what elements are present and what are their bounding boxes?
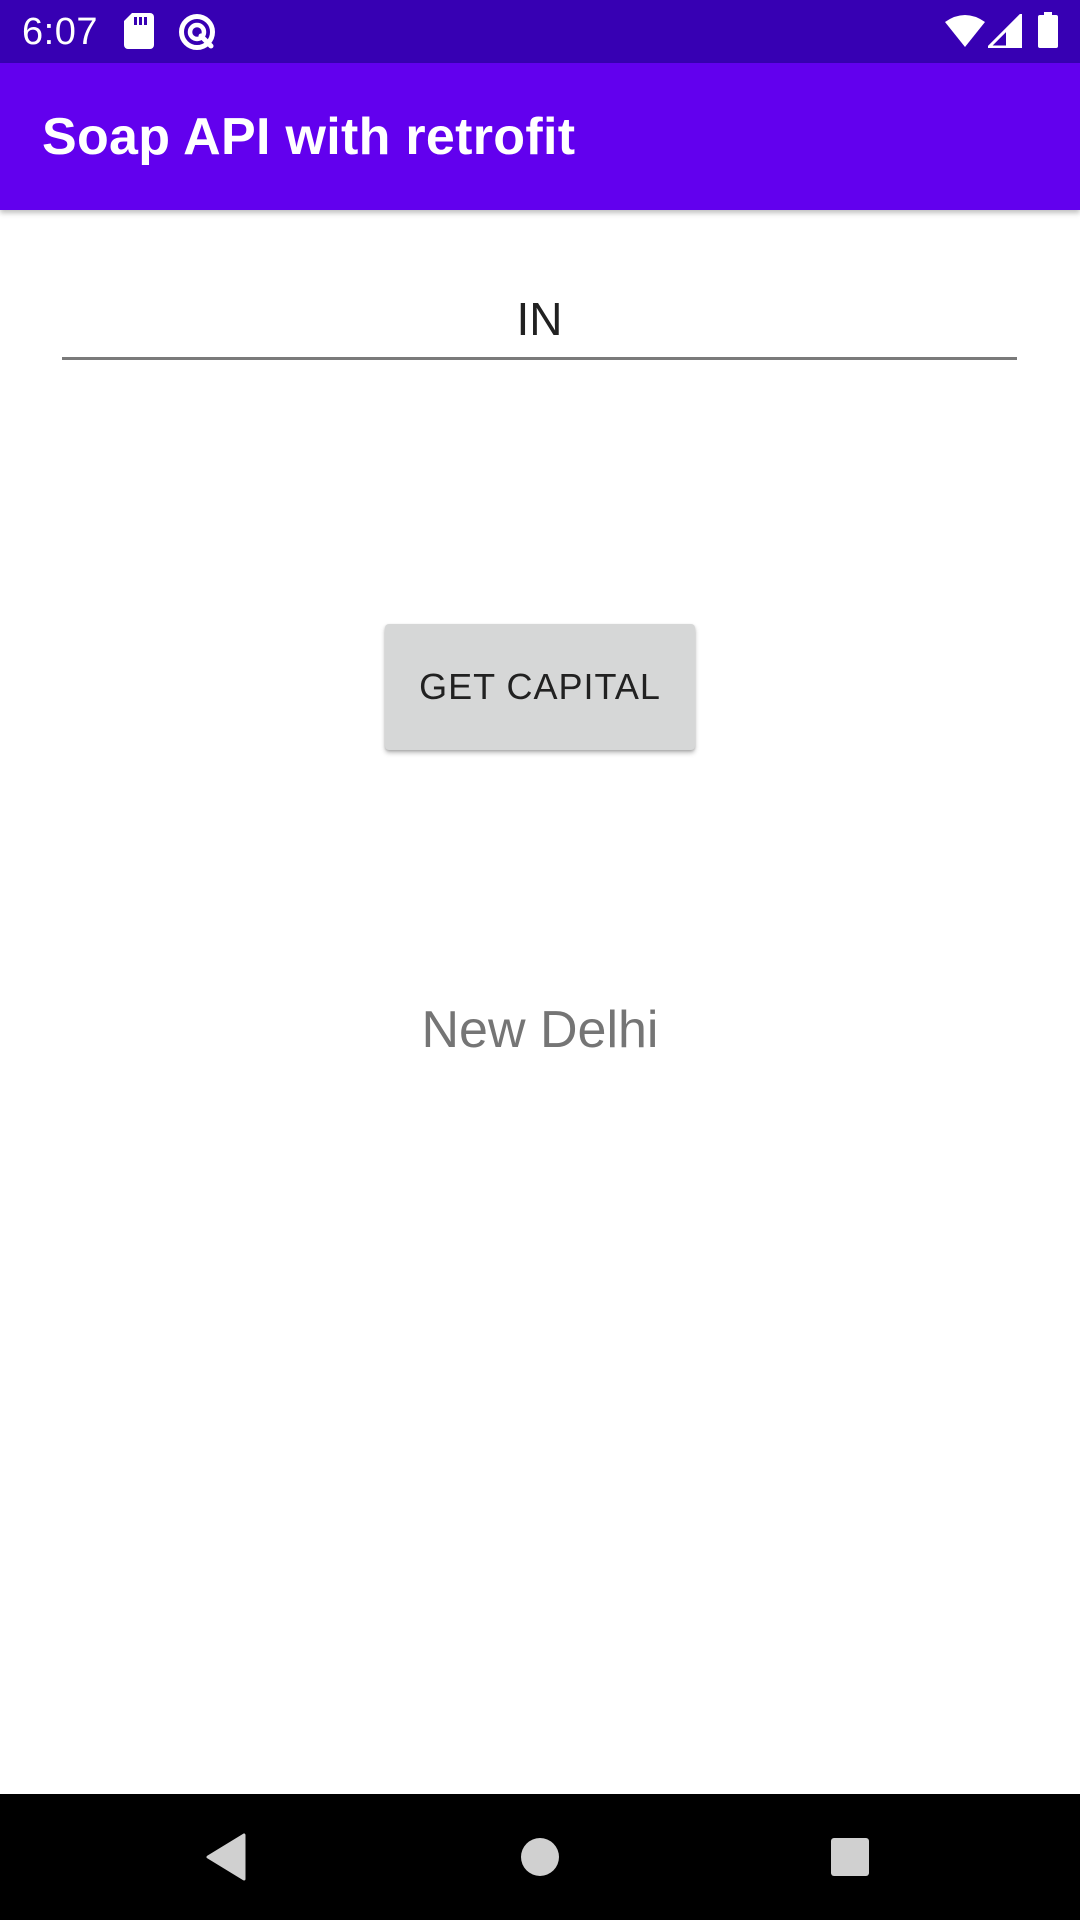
recents-icon[interactable]: [770, 1794, 930, 1920]
get-capital-button[interactable]: GET CAPITAL: [385, 624, 695, 750]
battery-icon: [1038, 12, 1058, 48]
cell-signal-icon: [988, 14, 1022, 50]
home-icon[interactable]: [460, 1794, 620, 1920]
country-code-input[interactable]: [62, 280, 1017, 360]
status-time: 6:07: [22, 11, 98, 53]
navigation-bar: [0, 1794, 1080, 1920]
wifi-icon: [945, 14, 985, 50]
vpn-key-icon: [178, 13, 216, 50]
app-bar: Soap API with retrofit: [0, 63, 1080, 210]
back-icon[interactable]: [146, 1794, 306, 1920]
capital-result-text: New Delhi: [421, 1001, 659, 1059]
sd-card-icon: [124, 13, 154, 49]
status-bar: 6:07: [0, 0, 1080, 63]
app-screen: 6:07 Soap API with retrofit IN GET CAPIT…: [0, 0, 1080, 1920]
app-title: Soap API with retrofit: [42, 108, 576, 166]
